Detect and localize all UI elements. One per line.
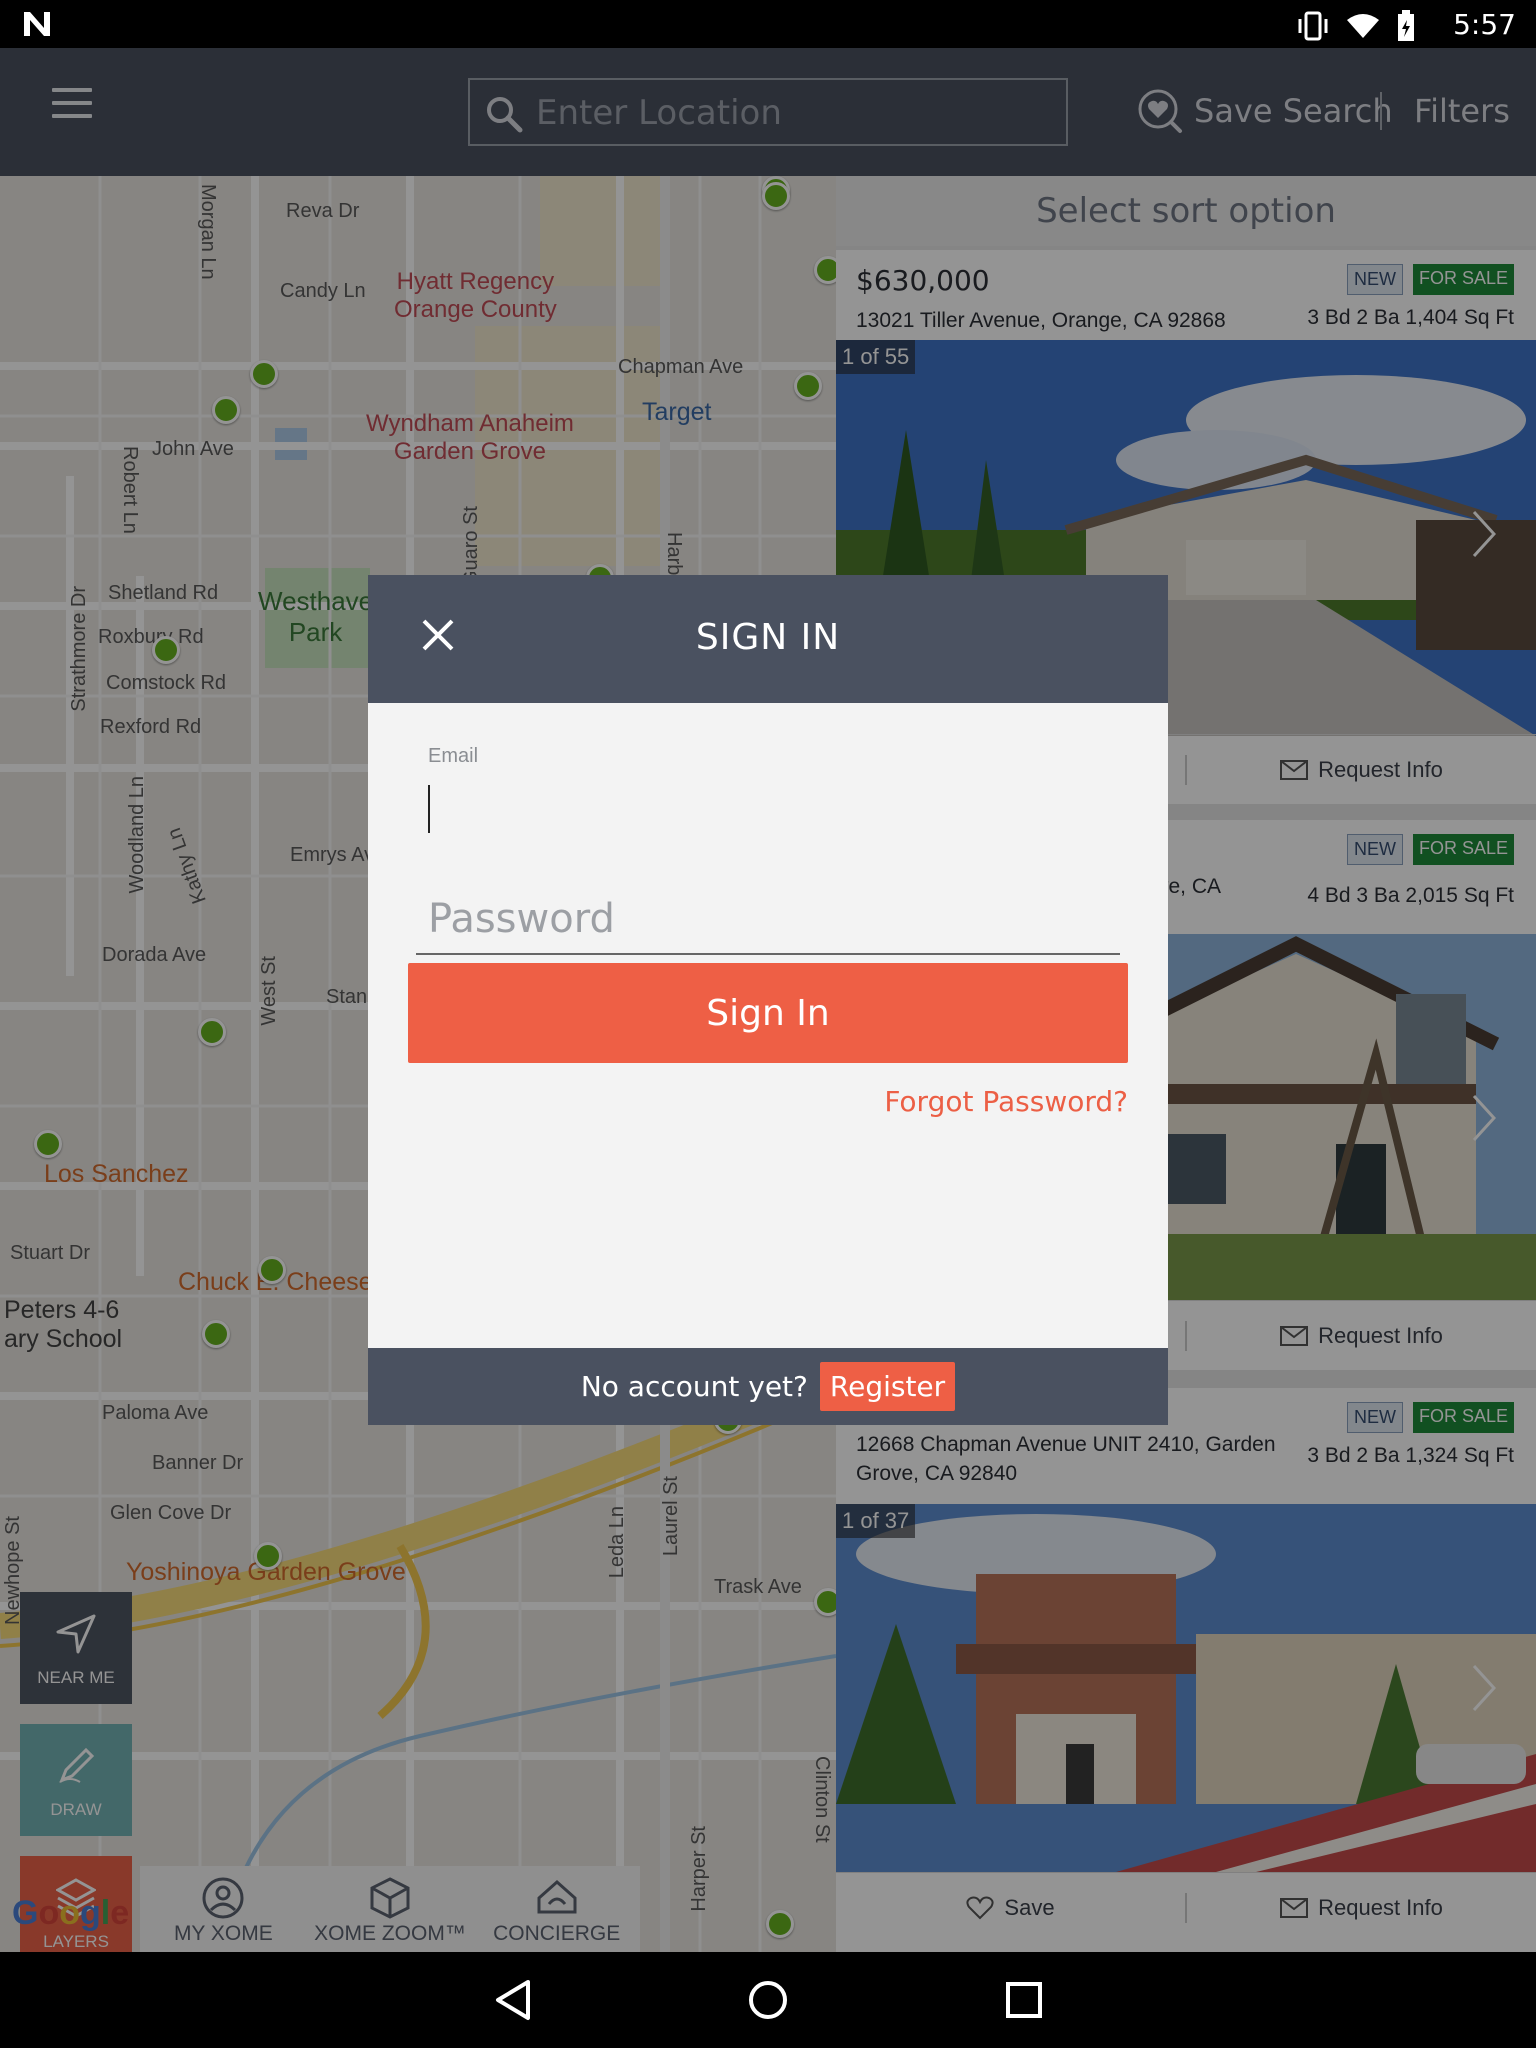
password-field[interactable] bbox=[416, 885, 1120, 955]
sign-in-button[interactable]: Sign In bbox=[408, 963, 1128, 1063]
status-icons bbox=[1296, 10, 1416, 42]
text-cursor bbox=[428, 785, 430, 833]
dialog-title: SIGN IN bbox=[695, 617, 841, 658]
vibrate-icon bbox=[1298, 11, 1328, 41]
dialog-header: SIGN IN bbox=[368, 575, 1168, 703]
wifi-icon bbox=[1347, 14, 1379, 38]
email-field[interactable] bbox=[426, 775, 1110, 829]
status-bar: 5:57 bbox=[0, 0, 1536, 48]
home-icon[interactable] bbox=[744, 1976, 792, 2024]
system-navigation-bar bbox=[0, 1952, 1536, 2048]
status-time: 5:57 bbox=[1453, 8, 1516, 41]
back-icon[interactable] bbox=[490, 1976, 538, 2024]
battery-icon bbox=[1398, 10, 1414, 41]
email-label: Email bbox=[428, 745, 479, 767]
no-account-text: No account yet? bbox=[580, 1370, 808, 1403]
register-button[interactable]: Register bbox=[819, 1362, 956, 1411]
sign-in-dialog: SIGN IN Email Sign In Forgot Password? N… bbox=[368, 575, 1168, 1425]
dialog-footer: No account yet? Register bbox=[368, 1348, 1168, 1425]
notification-n-icon bbox=[24, 12, 50, 36]
recents-icon[interactable] bbox=[1000, 1976, 1048, 2024]
forgot-password-link[interactable]: Forgot Password? bbox=[884, 1085, 1128, 1118]
